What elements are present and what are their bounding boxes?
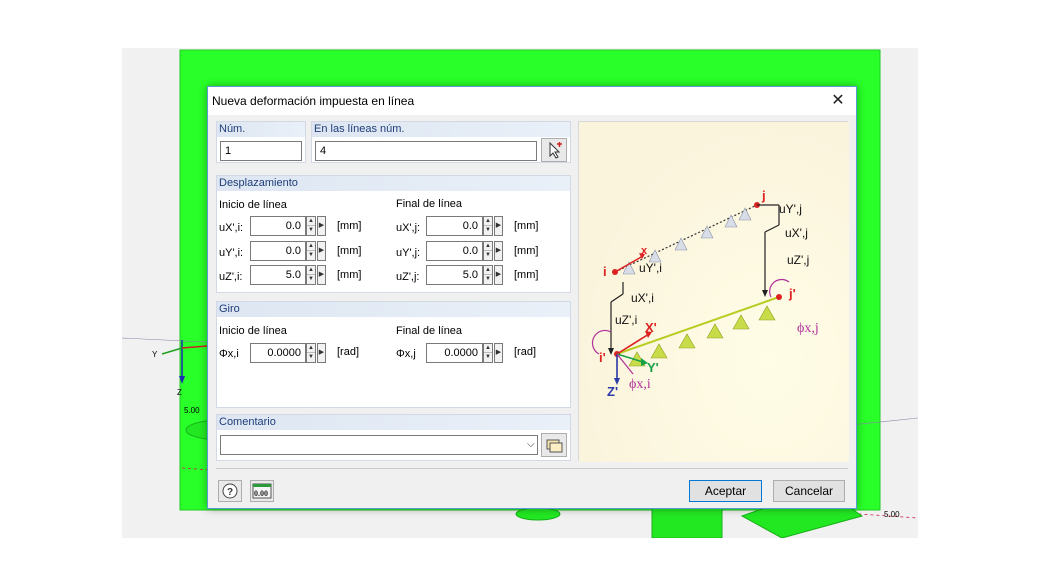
svg-text:?: ? — [227, 487, 233, 498]
deformation-illustration: j i x j' i' uY',j uX',j uZ',j uY',i uX',… — [578, 121, 849, 462]
pick-lines-button[interactable] — [541, 138, 567, 162]
ux-start-menu-arrow[interactable]: ▶ — [317, 216, 326, 236]
comment-panel: Comentario ⌵ — [216, 414, 571, 461]
phi-start-unit: [rad] — [337, 346, 360, 358]
uy-start-unit: [mm] — [337, 245, 362, 257]
ux-start-spinner[interactable]: ▲ ▼ — [306, 216, 316, 236]
decimal-places-button[interactable]: 0.00 — [250, 480, 274, 502]
uy-start-menu-arrow[interactable]: ▶ — [317, 241, 326, 261]
diagram-label-i-prime: i' — [599, 350, 606, 365]
decimal-units-icon: 0.00 — [252, 483, 272, 499]
ux-end-menu-arrow[interactable]: ▶ — [494, 216, 503, 236]
deformation-diagram: j i x j' i' uY',j uX',j uZ',j uY',i uX',… — [579, 122, 849, 462]
displacement-end-heading: Final de línea — [396, 198, 463, 210]
phi-end-menu-arrow[interactable]: ▶ — [494, 343, 503, 363]
number-panel: Núm. 1 — [216, 121, 306, 163]
number-panel-heading: Núm. — [217, 122, 305, 137]
diagram-label-y-prime: Y' — [647, 360, 659, 375]
uz-start-menu-arrow[interactable]: ▶ — [317, 265, 326, 285]
footer-separator — [216, 468, 848, 469]
ux-start-input[interactable]: 0.0 — [250, 216, 306, 236]
uy-end-menu-arrow[interactable]: ▶ — [494, 241, 503, 261]
uy-end-spinner[interactable]: ▲ ▼ — [483, 241, 493, 261]
application-window: Y Z 5.00 5.00 Nueva deformación impuesta… — [0, 0, 1040, 588]
diagram-label-z-prime: Z' — [607, 384, 618, 399]
help-button[interactable]: ? — [218, 480, 242, 502]
lines-input[interactable]: 4 — [315, 141, 537, 161]
phi-end-unit: [rad] — [514, 346, 537, 358]
lines-panel: En las líneas núm. 4 — [311, 121, 571, 163]
close-button[interactable]: ✕ — [828, 91, 848, 111]
phi-end-input[interactable]: 0.0000 — [426, 343, 483, 363]
cancel-button[interactable]: Cancelar — [773, 480, 845, 502]
diagram-label-x-prime: X' — [645, 320, 657, 335]
new-line-deformation-dialog: Nueva deformación impuesta en línea ✕ Nú… — [207, 86, 857, 509]
diagram-label-phixj: ϕx,j — [797, 321, 819, 336]
comment-library-button[interactable] — [541, 433, 567, 457]
chevron-down-icon[interactable]: ⌵ — [527, 439, 535, 450]
uz-start-unit: [mm] — [337, 269, 362, 281]
rotation-panel: Giro Inicio de línea Final de línea Φx,i… — [216, 301, 571, 408]
dialog-titlebar[interactable]: Nueva deformación impuesta en línea ✕ — [208, 87, 856, 115]
uy-end-label: uY',j: — [396, 247, 421, 259]
comment-combobox[interactable] — [220, 435, 538, 455]
viewport-value-label: 5.00 — [884, 510, 900, 519]
uy-end-unit: [mm] — [514, 245, 539, 257]
diagram-label-j: j — [761, 188, 766, 203]
uz-end-unit: [mm] — [514, 269, 539, 281]
ux-start-unit: [mm] — [337, 220, 362, 232]
phi-start-spinner[interactable]: ▲ ▼ — [306, 343, 316, 363]
diagram-label-uyj: uY',j — [779, 202, 802, 216]
uz-end-spinner[interactable]: ▲ ▼ — [483, 265, 493, 285]
comment-panel-heading: Comentario — [217, 415, 570, 430]
phi-start-menu-arrow[interactable]: ▶ — [317, 343, 326, 363]
ux-end-spinner[interactable]: ▲ ▼ — [483, 216, 493, 236]
phi-start-input[interactable]: 0.0000 — [250, 343, 306, 363]
rotation-panel-heading: Giro — [217, 302, 570, 317]
uy-start-spinner[interactable]: ▲ ▼ — [306, 241, 316, 261]
viewport-z-axis-label: Z — [177, 388, 182, 397]
uz-start-input[interactable]: 5.0 — [250, 265, 306, 285]
uy-end-input[interactable]: 0.0 — [426, 241, 483, 261]
uz-end-input[interactable]: 5.0 — [426, 265, 483, 285]
dialog-title: Nueva deformación impuesta en línea — [212, 94, 415, 108]
diagram-label-i: i — [603, 264, 607, 279]
diagram-label-uzj: uZ',j — [787, 253, 809, 267]
ux-end-label: uX',j: — [396, 222, 421, 234]
ux-end-unit: [mm] — [514, 220, 539, 232]
diagram-label-uzi: uZ',i — [615, 313, 637, 327]
lines-panel-heading: En las líneas núm. — [312, 122, 570, 137]
phi-end-label: Φx,j — [396, 348, 416, 360]
accept-button[interactable]: Aceptar — [689, 480, 762, 502]
diagram-label-x: x — [641, 245, 648, 257]
diagram-label-uxi: uX',i — [631, 291, 654, 305]
diagram-label-uyi: uY',i — [639, 261, 662, 275]
uz-start-spinner[interactable]: ▲ ▼ — [306, 265, 316, 285]
displacement-panel: Desplazamiento Inicio de línea Final de … — [216, 175, 571, 293]
phi-start-label: Φx,i — [219, 348, 239, 360]
uz-end-menu-arrow[interactable]: ▶ — [494, 265, 503, 285]
diagram-label-phixi: ϕx,i — [629, 377, 651, 392]
diagram-label-uxj: uX',j — [785, 226, 808, 240]
viewport-y-axis-label: Y — [152, 350, 158, 359]
uy-start-label: uY',i: — [219, 247, 244, 259]
diagram-label-j-prime: j' — [788, 286, 796, 301]
number-input[interactable]: 1 — [220, 141, 302, 161]
uy-start-input[interactable]: 0.0 — [250, 241, 306, 261]
viewport-value-label: 5.00 — [184, 406, 200, 415]
rotation-end-heading: Final de línea — [396, 325, 463, 337]
ux-end-input[interactable]: 0.0 — [426, 216, 483, 236]
ux-start-label: uX',i: — [219, 222, 244, 234]
help-icon: ? — [222, 483, 238, 499]
displacement-start-heading: Inicio de línea — [219, 199, 287, 211]
svg-text:0.00: 0.00 — [254, 489, 268, 498]
pick-cursor-icon — [549, 141, 562, 159]
phi-end-spinner[interactable]: ▲ ▼ — [483, 343, 493, 363]
displacement-panel-heading: Desplazamiento — [217, 176, 570, 191]
uz-start-label: uZ',i: — [219, 271, 243, 283]
library-icon — [546, 439, 563, 453]
rotation-start-heading: Inicio de línea — [219, 325, 287, 337]
uz-end-label: uZ',j: — [396, 271, 420, 283]
